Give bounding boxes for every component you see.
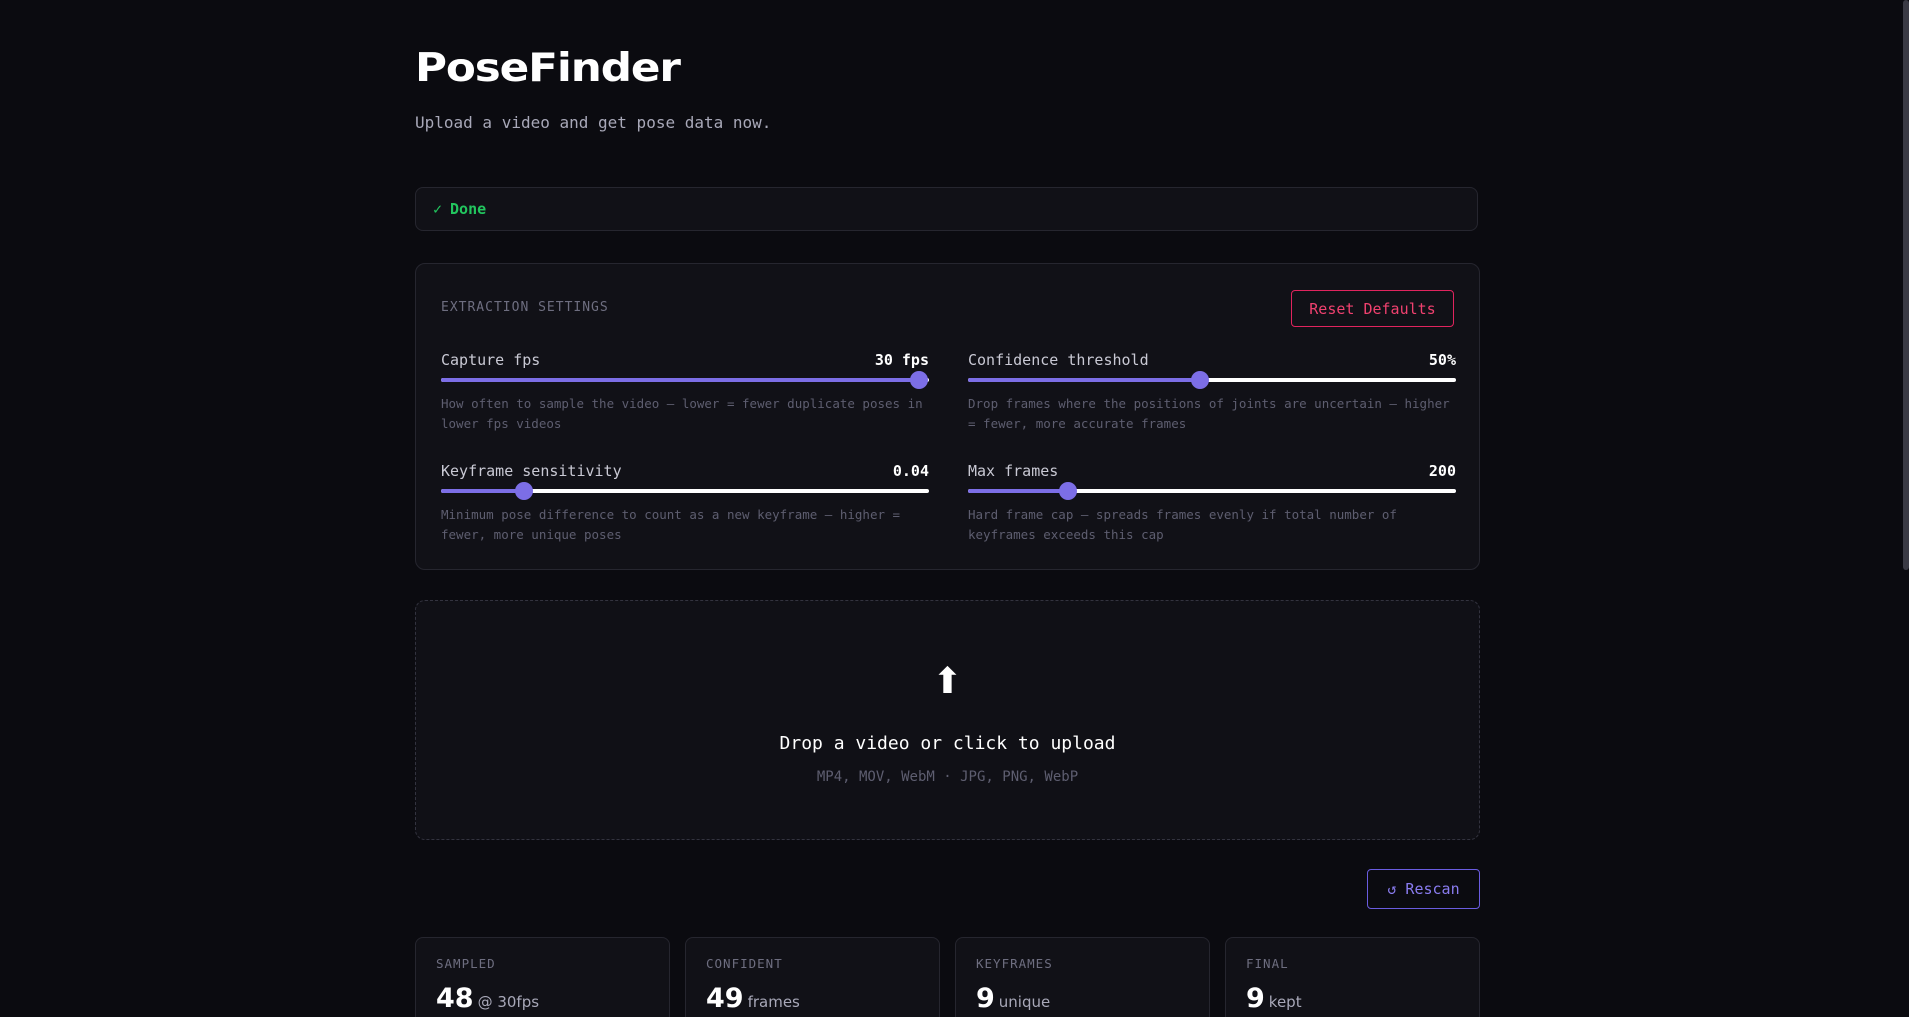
stat-card-final: FINAL 9 kept [1225, 937, 1480, 1017]
slider-label: Max frames [968, 462, 1059, 480]
check-icon: ✓ [433, 200, 443, 218]
slider-capture-fps: Capture fps 30 fps How often to sample t… [441, 351, 929, 434]
stat-label: KEYFRAMES [976, 956, 1053, 971]
upload-dropzone[interactable]: ⬆ Drop a video or click to upload MP4, M… [415, 600, 1480, 840]
slider-track[interactable] [968, 371, 1456, 389]
app-title: PoseFinder [415, 46, 681, 91]
page-scrollbar[interactable] [1903, 0, 1909, 1017]
slider-value: 50% [1428, 351, 1456, 369]
slider-confidence-threshold: Confidence threshold 50% Drop frames whe… [968, 351, 1456, 434]
status-text: Done [450, 200, 487, 218]
slider-thumb[interactable] [1190, 371, 1209, 389]
slider-track[interactable] [441, 482, 929, 500]
slider-fill [441, 378, 920, 382]
slider-help-text: Hard frame cap — spreads frames evenly i… [968, 507, 1397, 542]
stat-number: 48 [436, 983, 474, 1014]
slider-value: 0.04 [892, 462, 929, 480]
stat-number: 9 [1246, 983, 1265, 1014]
scrollbar-thumb[interactable] [1903, 0, 1909, 570]
stat-label: FINAL [1246, 956, 1289, 971]
stat-card-confident: CONFIDENT 49 frames [685, 937, 940, 1017]
reset-defaults-button[interactable]: Reset Defaults [1291, 290, 1454, 327]
stat-unit: @ 30fps [477, 993, 540, 1011]
stat-label: SAMPLED [436, 956, 496, 971]
slider-fill [968, 489, 1069, 493]
stat-card-sampled: SAMPLED 48 @ 30fps [415, 937, 670, 1017]
section-label: EXTRACTION SETTINGS [441, 300, 609, 315]
upload-arrow-icon: ⬆ [932, 661, 963, 702]
slider-label: Capture fps [441, 351, 541, 369]
stat-unit: frames [747, 993, 800, 1011]
slider-thumb[interactable] [514, 482, 533, 500]
page: PoseFinder Upload a video and get pose d… [0, 0, 1909, 1017]
upload-title: Drop a video or click to upload [779, 733, 1116, 754]
slider-help-text: Minimum pose difference to count as a ne… [441, 507, 901, 542]
upload-formats: MP4, MOV, WebM · JPG, PNG, WebP [816, 769, 1079, 785]
stat-number: 49 [706, 983, 744, 1014]
slider-value: 200 [1428, 462, 1456, 480]
slider-track[interactable] [968, 482, 1456, 500]
stat-card-keyframes: KEYFRAMES 9 unique [955, 937, 1210, 1017]
slider-help-text: How often to sample the video — lower = … [441, 396, 923, 431]
stat-label: CONFIDENT [706, 956, 783, 971]
extraction-settings-card: EXTRACTION SETTINGS Reset Defaults Captu… [415, 263, 1480, 570]
stat-value: 49 frames [706, 983, 800, 1014]
status-bar: ✓ Done [415, 187, 1478, 231]
slider-label: Confidence threshold [968, 351, 1149, 369]
stat-unit: kept [1268, 993, 1302, 1011]
app-subtitle: Upload a video and get pose data now. [415, 113, 772, 132]
slider-help-text: Drop frames where the positions of joint… [968, 396, 1450, 431]
stat-value: 9 unique [976, 983, 1050, 1014]
rescan-button[interactable]: ↺ Rescan [1367, 869, 1480, 909]
slider-max-frames: Max frames 200 Hard frame cap — spreads … [968, 462, 1456, 545]
slider-fill [968, 378, 1200, 382]
slider-fill [441, 489, 524, 493]
stat-unit: unique [998, 993, 1051, 1011]
slider-label: Keyframe sensitivity [441, 462, 622, 480]
slider-thumb[interactable] [910, 371, 929, 389]
slider-track[interactable] [441, 371, 929, 389]
stat-number: 9 [976, 983, 995, 1014]
stat-value: 9 kept [1246, 983, 1302, 1014]
slider-thumb[interactable] [1059, 482, 1078, 500]
stat-value: 48 @ 30fps [436, 983, 539, 1014]
slider-keyframe-sensitivity: Keyframe sensitivity 0.04 Minimum pose d… [441, 462, 929, 545]
slider-value: 30 fps [874, 351, 929, 369]
